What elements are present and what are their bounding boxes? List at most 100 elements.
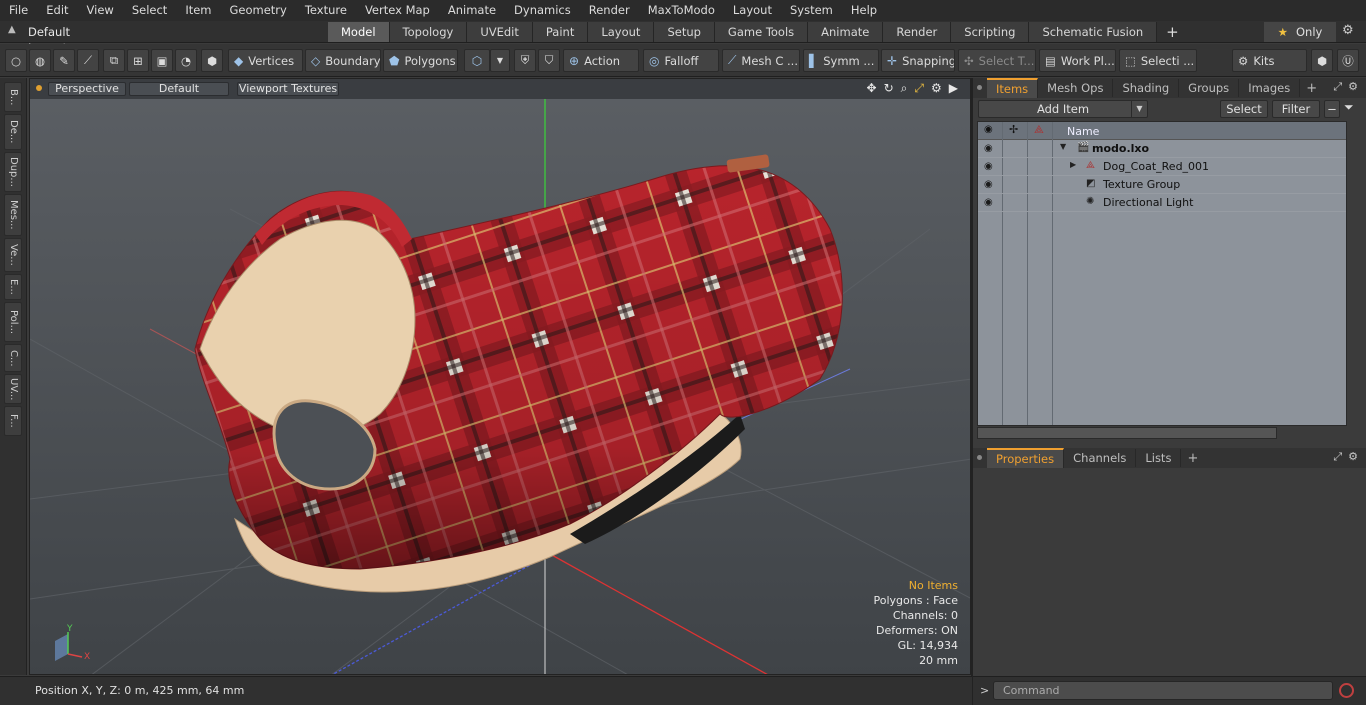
tab-groups[interactable]: Groups: [1179, 79, 1240, 97]
tab-images[interactable]: Images: [1239, 79, 1301, 97]
expand-arrow-icon[interactable]: ▶: [1070, 160, 1076, 169]
menu-file[interactable]: File: [0, 0, 37, 21]
left-tab-duplicate[interactable]: Dup...: [4, 152, 22, 192]
item-mode-button[interactable]: ⬢: [201, 49, 223, 72]
item-list-scrollbar[interactable]: [977, 427, 1277, 439]
layout-up-icon[interactable]: ▲: [8, 24, 16, 35]
crosshair-button[interactable]: ⊞: [127, 49, 149, 72]
tab-uvedit[interactable]: UVEdit: [467, 22, 533, 42]
viewport-options-icon[interactable]: [36, 85, 42, 91]
mesh-constraint-button[interactable]: ⟋ Mesh C ...: [722, 49, 800, 72]
command-history-icon[interactable]: >: [980, 684, 989, 697]
left-tab-mesh-edit[interactable]: Mes...: [4, 194, 22, 236]
perspective-button[interactable]: Perspective: [48, 82, 126, 96]
expand-icon[interactable]: ⤢: [1333, 450, 1342, 464]
menu-dynamics[interactable]: Dynamics: [505, 0, 580, 21]
maximize-icon[interactable]: ⤢: [914, 81, 924, 96]
add-tab-icon[interactable]: +: [1181, 451, 1204, 466]
expand-arrow-icon[interactable]: ▶: [949, 81, 958, 96]
list-item[interactable]: ◉ ✺ Directional Light: [978, 194, 1346, 212]
symmetry-y-button[interactable]: ⛉: [538, 49, 560, 72]
menu-system[interactable]: System: [781, 0, 842, 21]
collapse-button[interactable]: −: [1324, 100, 1340, 118]
brush-button[interactable]: ⟋: [77, 49, 99, 72]
globe-button[interactable]: ◍: [29, 49, 51, 72]
select-through-button[interactable]: ✣ Select T...: [958, 49, 1036, 72]
polygons-button[interactable]: ⬟ Polygons: [383, 49, 458, 72]
collapse-arrow-icon[interactable]: ▼: [1060, 142, 1066, 151]
selection-sets-button[interactable]: ⬚ Selecti ...: [1119, 49, 1197, 72]
zoom-icon[interactable]: ⌕: [901, 81, 908, 96]
3d-viewport[interactable]: Y X Perspective Default Viewport Texture…: [29, 78, 971, 675]
symmetry-button[interactable]: ▌ Symm ...: [803, 49, 879, 72]
expand-icon[interactable]: ⤢: [1333, 80, 1342, 94]
select-button[interactable]: Select: [1220, 100, 1268, 118]
menu-maxtomodo[interactable]: MaxToModo: [639, 0, 724, 21]
tab-topology[interactable]: Topology: [389, 22, 468, 42]
tab-layout[interactable]: Layout: [588, 22, 655, 42]
snapping-button[interactable]: ✛ Snapping: [881, 49, 955, 72]
panel-gear-icon[interactable]: ⚙: [1348, 450, 1358, 464]
eye-icon[interactable]: ◉: [984, 161, 993, 172]
tab-model[interactable]: Model: [328, 22, 390, 42]
tab-game-tools[interactable]: Game Tools: [714, 22, 809, 42]
left-tab-deform[interactable]: De...: [4, 114, 22, 150]
add-tab-icon[interactable]: +: [1300, 81, 1323, 96]
left-tab-curve[interactable]: C...: [4, 344, 22, 372]
unity-button[interactable]: ⬢: [1311, 49, 1333, 72]
work-plane-button[interactable]: ▤ Work Pl...: [1039, 49, 1116, 72]
tab-items[interactable]: Items: [987, 78, 1039, 98]
menu-layout[interactable]: Layout: [724, 0, 781, 21]
panel-gear-icon[interactable]: ⚙: [1348, 80, 1358, 94]
pan-icon[interactable]: ✥: [867, 81, 877, 96]
left-tab-edge[interactable]: E...: [4, 274, 22, 300]
tab-animate[interactable]: Animate: [808, 22, 884, 42]
boundary-button[interactable]: ◇ Boundary: [305, 49, 381, 72]
menu-view[interactable]: View: [78, 0, 123, 21]
tab-properties[interactable]: Properties: [987, 448, 1065, 468]
eye-icon[interactable]: ◉: [984, 143, 993, 154]
left-tab-polygon[interactable]: Pol...: [4, 302, 22, 342]
add-item-button[interactable]: Add Item ▼: [978, 100, 1148, 118]
filter-button[interactable]: Filter: [1272, 100, 1320, 118]
only-toggle[interactable]: ★ Only: [1264, 22, 1336, 42]
menu-select[interactable]: Select: [123, 0, 176, 21]
eye-icon[interactable]: ◉: [984, 197, 993, 208]
material-dropdown[interactable]: ▼: [490, 49, 510, 72]
filter-funnel-icon[interactable]: ⏷: [1344, 100, 1354, 115]
list-item[interactable]: ◉ ▶ ⟁ Dog_Coat_Red_001: [978, 158, 1346, 176]
symmetry-x-button[interactable]: ⛨: [514, 49, 536, 72]
add-tab-icon[interactable]: +: [1157, 22, 1188, 42]
tab-lists[interactable]: Lists: [1136, 449, 1182, 467]
menu-texture[interactable]: Texture: [296, 0, 356, 21]
unreal-button[interactable]: Ⓤ: [1337, 49, 1359, 72]
menu-item[interactable]: Item: [176, 0, 220, 21]
tab-setup[interactable]: Setup: [654, 22, 715, 42]
viewport-gear-icon[interactable]: ⚙: [931, 81, 942, 96]
menu-animate[interactable]: Animate: [439, 0, 505, 21]
eye-icon[interactable]: ◉: [984, 179, 993, 190]
select-circle-button[interactable]: ○: [5, 49, 27, 72]
left-tab-fusion[interactable]: F...: [4, 406, 22, 436]
menu-edit[interactable]: Edit: [37, 0, 77, 21]
frame-button[interactable]: ▣: [151, 49, 173, 72]
tab-shading[interactable]: Shading: [1113, 79, 1180, 97]
link-button[interactable]: ⧉: [103, 49, 125, 72]
tab-scripting[interactable]: Scripting: [951, 22, 1030, 42]
tab-mesh-ops[interactable]: Mesh Ops: [1038, 79, 1114, 97]
shading-default-button[interactable]: Default: [129, 82, 229, 96]
left-tab-uv[interactable]: UV...: [4, 374, 22, 404]
list-item[interactable]: ◉ ◩ Texture Group: [978, 176, 1346, 194]
layout-selector[interactable]: Default Layouts▼: [28, 24, 128, 55]
tab-paint[interactable]: Paint: [532, 22, 589, 42]
left-tab-basic[interactable]: B...: [4, 82, 22, 112]
rotate-icon[interactable]: ↻: [884, 81, 894, 96]
snap-circle-button[interactable]: ◔: [175, 49, 197, 72]
name-column-header[interactable]: Name: [1067, 125, 1099, 138]
command-input[interactable]: Command: [993, 681, 1333, 700]
list-item[interactable]: ◉ ▼ 🎬 modo.lxo: [978, 140, 1346, 158]
vertices-button[interactable]: ◆ Vertices: [228, 49, 303, 72]
tab-render[interactable]: Render: [883, 22, 952, 42]
material-button[interactable]: ⬡: [464, 49, 490, 72]
menu-help[interactable]: Help: [842, 0, 886, 21]
